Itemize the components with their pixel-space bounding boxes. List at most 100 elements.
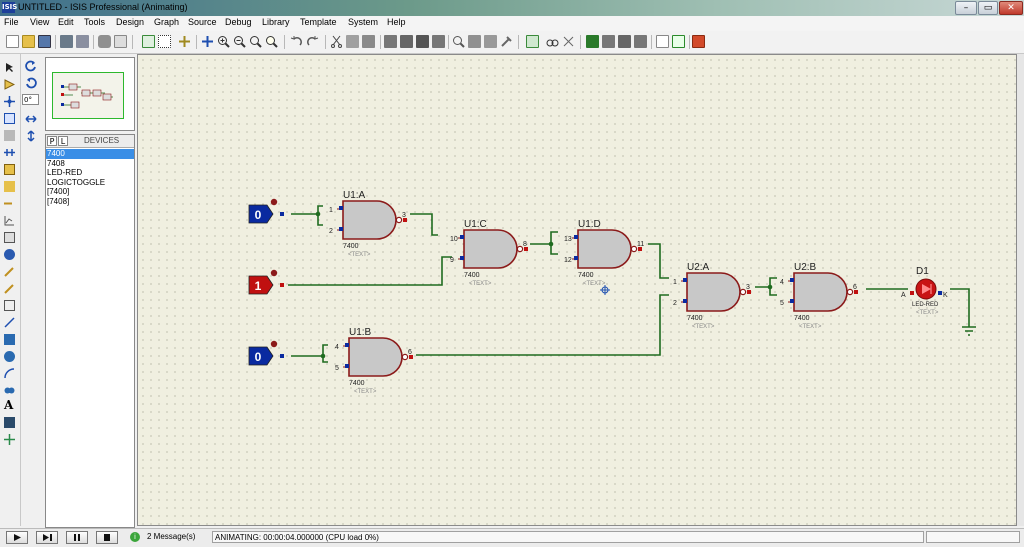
zoom-all-icon[interactable] bbox=[249, 35, 262, 48]
bill-of-materials-icon[interactable] bbox=[656, 35, 669, 48]
device-item-7400[interactable]: 7400 bbox=[46, 149, 134, 159]
cut-icon[interactable] bbox=[330, 35, 343, 48]
menu-graph[interactable]: Graph bbox=[154, 17, 179, 27]
overview-window[interactable] bbox=[45, 57, 135, 131]
symbol-tool-icon[interactable] bbox=[4, 417, 15, 428]
rotation-angle-field[interactable]: 0° bbox=[22, 94, 39, 105]
new-file-icon[interactable] bbox=[6, 35, 19, 48]
zoom-in-icon[interactable] bbox=[217, 35, 230, 48]
make-device-icon[interactable] bbox=[468, 35, 481, 48]
component-mode-icon[interactable] bbox=[4, 79, 16, 90]
menu-source[interactable]: Source bbox=[188, 17, 217, 27]
electrical-rule-check-icon[interactable] bbox=[672, 35, 685, 48]
junction-dot-icon[interactable] bbox=[4, 96, 15, 107]
line-tool-icon[interactable] bbox=[4, 317, 15, 328]
step-button[interactable] bbox=[36, 531, 58, 544]
goto-sheet-icon[interactable] bbox=[618, 35, 631, 48]
grid-icon[interactable] bbox=[158, 35, 171, 48]
origin-icon[interactable] bbox=[178, 35, 191, 48]
wire-label-icon[interactable] bbox=[4, 113, 15, 124]
zoom-area-icon[interactable] bbox=[265, 35, 278, 48]
pan-icon[interactable] bbox=[201, 35, 214, 48]
text-script-icon[interactable] bbox=[4, 130, 15, 141]
path-tool-icon[interactable] bbox=[4, 385, 15, 396]
block-delete-icon[interactable] bbox=[432, 35, 445, 48]
menu-file[interactable]: File bbox=[4, 17, 19, 27]
bus-icon[interactable] bbox=[4, 147, 15, 158]
block-move-icon[interactable] bbox=[400, 35, 413, 48]
redraw-icon[interactable] bbox=[142, 35, 155, 48]
decompose-icon[interactable] bbox=[500, 35, 513, 48]
rotate-clockwise-icon[interactable] bbox=[25, 60, 37, 72]
copy-icon[interactable] bbox=[346, 35, 359, 48]
pick-device-icon[interactable] bbox=[452, 35, 465, 48]
text-tool-icon[interactable]: A bbox=[4, 399, 15, 411]
property-tool-icon[interactable] bbox=[562, 35, 575, 48]
nand-gate-u1-d[interactable]: U1:D 13 12 11 7400 <TEXT> bbox=[564, 219, 644, 287]
netlist-to-ares-icon[interactable] bbox=[692, 35, 705, 48]
selection-mode-icon[interactable] bbox=[4, 62, 15, 73]
led-d1[interactable]: D1 A K LED-RED <TEXT> bbox=[901, 266, 948, 316]
menu-library[interactable]: Library bbox=[262, 17, 290, 27]
save-icon[interactable] bbox=[38, 35, 51, 48]
pause-button[interactable] bbox=[66, 531, 88, 544]
rotate-anticlockwise-icon[interactable] bbox=[25, 77, 37, 89]
device-item-7408[interactable]: 7408 bbox=[46, 159, 134, 169]
remove-sheet-icon[interactable] bbox=[602, 35, 615, 48]
tape-recorder-icon[interactable] bbox=[4, 232, 15, 243]
toggle-knob[interactable] bbox=[270, 198, 278, 206]
marker-tool-icon[interactable] bbox=[4, 434, 15, 445]
close-button[interactable]: ✕ bbox=[999, 1, 1023, 15]
mirror-horizontal-icon[interactable] bbox=[25, 114, 37, 124]
search-tag-icon[interactable] bbox=[546, 35, 559, 48]
terminal-icon[interactable] bbox=[4, 181, 15, 192]
logic-toggle-1[interactable]: 0 bbox=[248, 198, 284, 224]
menu-edit[interactable]: Edit bbox=[58, 17, 74, 27]
print-icon[interactable] bbox=[98, 35, 111, 48]
box-tool-icon[interactable] bbox=[4, 334, 15, 345]
menu-template[interactable]: Template bbox=[300, 17, 337, 27]
menu-help[interactable]: Help bbox=[387, 17, 406, 27]
import-icon[interactable] bbox=[60, 35, 73, 48]
subcircuit-icon[interactable] bbox=[4, 164, 15, 175]
logic-toggle-2[interactable]: 1 bbox=[248, 269, 284, 295]
logic-toggle-3[interactable]: 0 bbox=[248, 340, 284, 366]
block-copy-icon[interactable] bbox=[384, 35, 397, 48]
minimize-button[interactable]: – bbox=[955, 1, 977, 15]
paste-icon[interactable] bbox=[362, 35, 375, 48]
nand-gate-u1-c[interactable]: U1:C 10 9 8 7400 <TEXT> bbox=[450, 219, 528, 287]
current-probe-icon[interactable] bbox=[4, 283, 15, 294]
arc-tool-icon[interactable] bbox=[4, 368, 15, 379]
toggle-knob[interactable] bbox=[270, 269, 278, 277]
maximize-button[interactable]: ▭ bbox=[978, 1, 998, 15]
device-item-7408-placed[interactable]: [7408] bbox=[46, 197, 134, 207]
stop-button[interactable] bbox=[96, 531, 118, 544]
device-item-7400-placed[interactable]: [7400] bbox=[46, 187, 134, 197]
toggle-knob[interactable] bbox=[270, 340, 278, 348]
wire-autorouter-icon[interactable] bbox=[526, 35, 539, 48]
menu-tools[interactable]: Tools bbox=[84, 17, 105, 27]
redo-icon[interactable] bbox=[306, 35, 319, 48]
device-item-logictoggle[interactable]: LOGICTOGGLE bbox=[46, 178, 134, 188]
menu-view[interactable]: View bbox=[30, 17, 49, 27]
virtual-instruments-icon[interactable] bbox=[4, 300, 15, 311]
exit-parent-icon[interactable] bbox=[634, 35, 647, 48]
packaging-icon[interactable] bbox=[484, 35, 497, 48]
nand-gate-u2-a[interactable]: U2:A 1 2 3 7400 <TEXT> bbox=[673, 262, 751, 330]
nand-gate-u2-b[interactable]: U2:B 4 5 6 7400 <TEXT> bbox=[780, 262, 858, 330]
circle-tool-icon[interactable] bbox=[4, 351, 15, 362]
menu-debug[interactable]: Debug bbox=[225, 17, 252, 27]
menu-system[interactable]: System bbox=[348, 17, 378, 27]
voltage-probe-icon[interactable] bbox=[4, 266, 15, 277]
device-pin-icon[interactable] bbox=[4, 198, 15, 209]
open-folder-icon[interactable] bbox=[22, 35, 35, 48]
zoom-out-icon[interactable] bbox=[233, 35, 246, 48]
print-area-icon[interactable] bbox=[114, 35, 127, 48]
menu-design[interactable]: Design bbox=[116, 17, 144, 27]
vertical-scrollbar[interactable] bbox=[1017, 54, 1024, 526]
nand-gate-u1-a[interactable]: U1:A 1 2 3 7400 <TEXT> bbox=[329, 190, 407, 258]
block-rotate-icon[interactable] bbox=[416, 35, 429, 48]
mirror-vertical-icon[interactable] bbox=[25, 130, 37, 142]
library-manager-button[interactable]: L bbox=[58, 136, 68, 146]
new-sheet-icon[interactable] bbox=[586, 35, 599, 48]
